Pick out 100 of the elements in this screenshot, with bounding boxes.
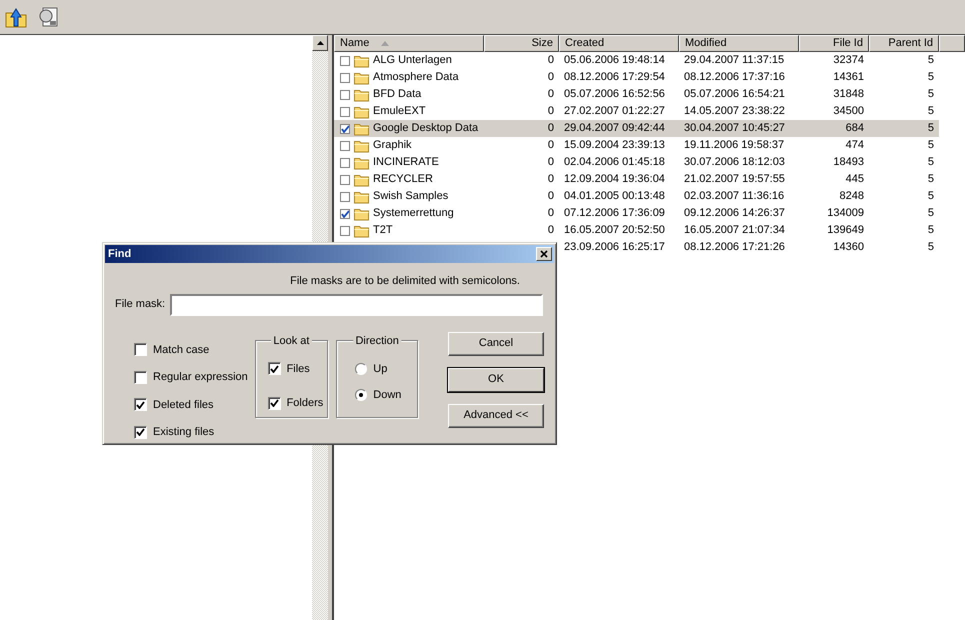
checkbox[interactable] [134,370,147,384]
table-cell: 31848 [833,88,864,100]
table-cell: 30.07.2006 18:12:03 [684,156,785,168]
folder-up-arrow-icon [5,6,27,28]
table-cell: 5 [928,54,934,66]
table-cell: 5 [928,173,934,186]
column-header[interactable]: Created [559,35,679,52]
checkbox[interactable] [340,174,350,184]
column-header[interactable]: Modified [679,35,799,52]
table-cell: 21.02.2007 19:57:55 [684,173,785,186]
checkbox[interactable] [340,90,350,100]
file-row[interactable]: INCINERATE 0 02.04.2006 01:45:18 30.07.2006 18:12:03 18493 5 [334,154,939,171]
file-row[interactable]: Atmosphere Data 0 08.12.2006 17:29:54 08.12.2006 17:37:16 14361 5 [334,69,939,86]
table-cell: 5 [928,122,934,134]
table-cell: 474 [846,139,864,152]
column-header[interactable]: Parent Id [869,35,939,52]
column-header[interactable]: Size [484,35,559,52]
checkbox[interactable] [340,192,350,202]
column-header[interactable]: File Id [799,35,869,52]
file-row[interactable]: Graphik 0 15.09.2004 23:39:13 19.11.2006 19:58:37 474 5 [334,137,939,154]
checkbox[interactable] [134,398,147,412]
table-cell: 0 [548,105,554,118]
dialog-button[interactable]: OK [448,368,544,392]
file-name: Systemerrettung [373,206,454,222]
table-cell: 134009 [827,207,864,220]
check-icon [270,399,279,408]
table-cell: 32374 [833,54,864,66]
dialog-button[interactable]: Cancel [448,332,544,356]
checkbox-label[interactable]: Regular expression [153,369,248,386]
folder-icon [354,206,369,220]
check-icon [341,124,349,132]
file-mask-field[interactable] [170,294,544,316]
file-row[interactable]: ALG Unterlagen 0 05.06.2006 19:48:14 29.04.2007 11:37:15 32374 5 [334,52,939,69]
radio-label[interactable]: Up [373,360,388,377]
radio-button[interactable] [355,389,368,402]
checkbox[interactable] [340,226,350,236]
file-row[interactable]: T2T 0 16.05.2007 20:52:50 16.05.2007 21:07:34 139649 5 [334,222,939,239]
table-cell: 445 [846,173,864,186]
folder-icon [354,70,369,84]
file-name: EmuleEXT [373,104,426,120]
file-row[interactable]: Swish Samples 0 04.01.2005 00:13:48 02.03.2007 11:36:16 8248 5 [334,188,939,205]
file-row[interactable]: EmuleEXT 0 27.02.2007 01:22:27 14.05.2007 23:38:22 34500 5 [334,103,939,120]
folder-icon [354,190,369,204]
check-icon [341,210,349,218]
file-name: Swish Samples [373,189,448,204]
close-button[interactable] [536,247,552,261]
table-cell: 18493 [833,156,864,168]
checkbox[interactable] [340,158,350,168]
up-arrow-icon [316,41,324,45]
dialog-button[interactable]: Advanced << [448,404,544,428]
checkbox-label[interactable]: Existing files [153,424,214,440]
magnifier-document-icon [37,6,59,28]
table-cell: 0 [548,88,554,100]
file-name: Graphik [373,138,412,154]
checkbox-label[interactable]: Folders [286,395,324,412]
table-cell: 5 [928,224,934,236]
file-row[interactable]: RECYCLER 0 12.09.2004 19:36:04 21.02.2007 19:57:55 445 5 [334,171,939,188]
field-label: File mask: [115,297,166,312]
table-cell: 16.05.2007 21:07:34 [684,224,785,236]
column-header[interactable]: Name [334,35,484,52]
table-cell: 04.01.2005 00:13:48 [564,190,665,202]
file-row[interactable]: Google Desktop Data 0 29.04.2007 09:42:44 30.04.2007 10:45:27 684 5 [334,120,939,137]
checkbox-label[interactable]: Deleted files [153,396,214,413]
table-cell: 0 [548,71,554,84]
checkbox[interactable] [134,343,147,356]
checkbox[interactable] [340,140,350,150]
table-cell: 5 [928,88,934,100]
checkbox[interactable] [340,124,350,134]
file-row[interactable]: BFD Data 0 05.07.2006 16:52:56 05.07.2006 16:54:21 31848 5 [334,86,939,103]
table-cell: 14361 [833,71,864,84]
checkbox[interactable] [134,426,147,439]
column-header[interactable] [939,35,965,52]
checkbox-label[interactable]: Match case [153,342,210,358]
table-cell: 0 [548,156,554,168]
table-cell: 05.07.2006 16:52:56 [564,88,665,100]
checkbox[interactable] [340,72,350,82]
folder-icon [354,122,369,136]
checkbox[interactable] [340,56,350,66]
table-cell: 5 [928,156,934,168]
scroll-up-button[interactable] [312,35,328,51]
checkbox-label[interactable]: Files [286,360,310,377]
table-cell: 5 [928,139,934,152]
table-cell: 5 [928,241,934,254]
table-cell: 5 [928,71,934,84]
table-cell: 23.09.2006 16:25:17 [564,241,665,254]
file-name: RECYCLER [373,172,433,188]
radio-label[interactable]: Down [373,387,402,404]
file-row[interactable]: Systemerrettung 0 07.12.2006 17:36:09 09.12.2006 14:26:37 134009 5 [334,205,939,222]
folder-icon [354,104,369,118]
table-cell: 09.12.2006 14:26:37 [684,207,785,220]
table-cell: 5 [928,190,934,202]
checkbox[interactable] [340,208,350,218]
file-name: ALG Unterlagen [373,53,452,68]
folder-icon [354,156,369,170]
checkbox[interactable] [340,106,350,116]
radio-button[interactable] [355,362,368,375]
table-cell: 02.03.2007 11:36:16 [684,190,784,202]
check-icon [136,428,145,436]
checkbox[interactable] [268,362,281,376]
checkbox[interactable] [268,396,281,410]
